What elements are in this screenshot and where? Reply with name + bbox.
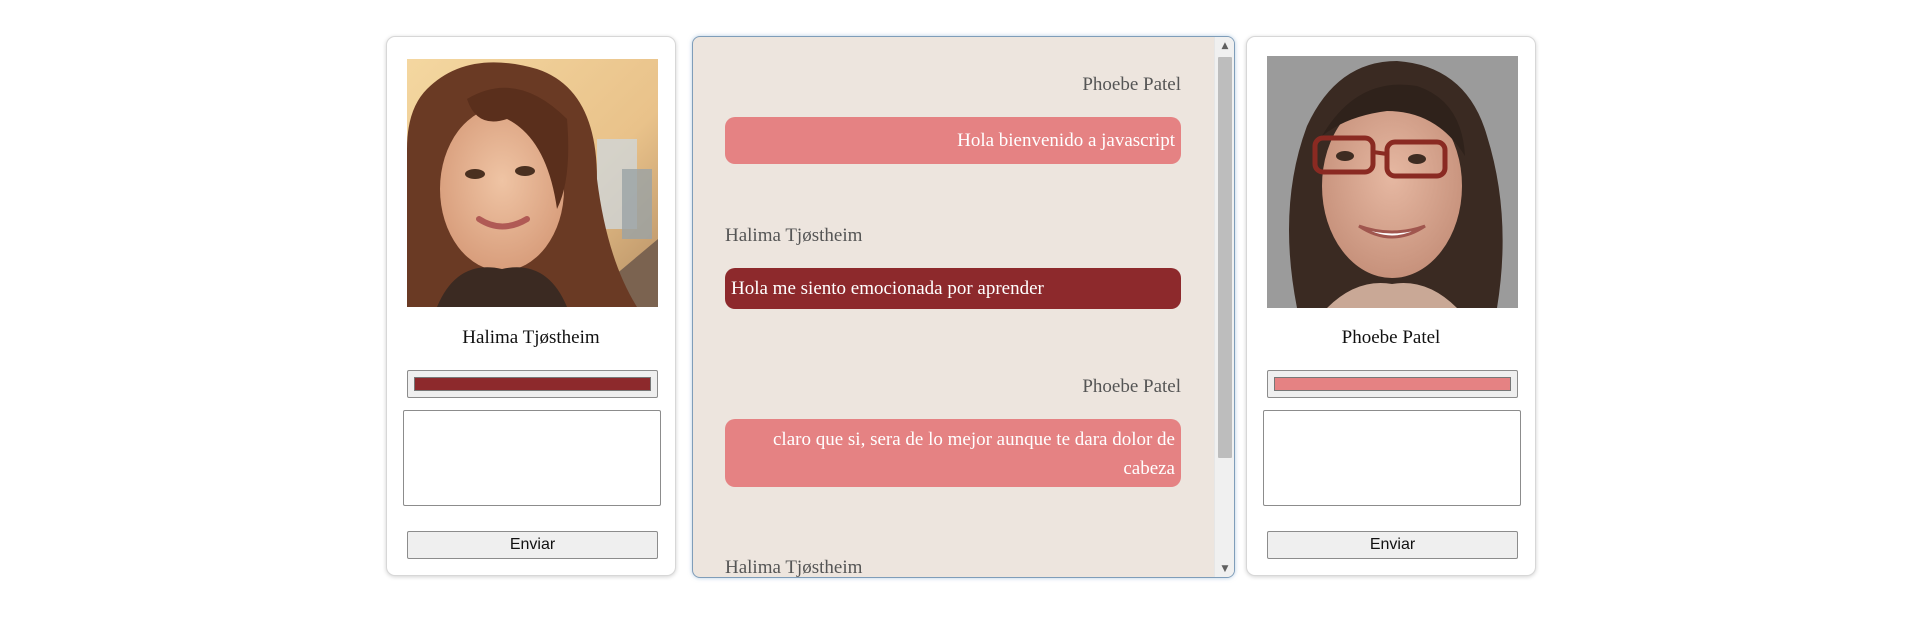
user-name: Phoebe Patel — [1341, 327, 1441, 348]
avatar — [407, 59, 658, 307]
chat-scrollbar[interactable]: ▲ ▼ — [1214, 37, 1234, 577]
send-button[interactable]: Enviar — [407, 531, 658, 559]
user-card-left: Halima Tjøstheim Enviar — [386, 36, 676, 576]
scroll-thumb[interactable] — [1218, 57, 1232, 458]
message-input[interactable] — [1263, 410, 1521, 506]
woman-glasses-photo-avatar-icon — [1267, 56, 1518, 308]
message-sender: Halima Tjøstheim — [725, 557, 863, 577]
chat-message: Phoebe Patel claro que si, sera de lo me… — [725, 375, 1181, 487]
message-input[interactable] — [403, 410, 661, 506]
message-sender: Phoebe Patel — [1082, 74, 1181, 95]
color-picker[interactable] — [407, 370, 658, 398]
avatar — [1267, 56, 1518, 308]
message-sender: Phoebe Patel — [1082, 376, 1181, 397]
chat-app: Halima Tjøstheim Enviar Phoebe Patel Hol… — [0, 0, 1918, 642]
chat-message: Halima Tjøstheim Hola me siento emociona… — [725, 224, 1181, 309]
color-picker[interactable] — [1267, 370, 1518, 398]
woman-photo-avatar-icon — [407, 59, 658, 307]
send-button[interactable]: Enviar — [1267, 531, 1518, 559]
chat-message: Phoebe Patel Hola bienvenido a javascrip… — [725, 73, 1181, 164]
message-sender: Halima Tjøstheim — [725, 225, 863, 246]
color-swatch — [414, 377, 651, 391]
scroll-down-icon[interactable]: ▼ — [1215, 560, 1234, 577]
user-card-right: Phoebe Patel Enviar — [1246, 36, 1536, 576]
chat-panel[interactable]: Phoebe Patel Hola bienvenido a javascrip… — [692, 36, 1235, 578]
message-bubble: claro que si, sera de lo mejor aunque te… — [725, 419, 1181, 487]
chat-message: Halima Tjøstheim — [725, 556, 1181, 577]
user-name: Halima Tjøstheim — [462, 327, 600, 348]
scroll-up-icon[interactable]: ▲ — [1215, 37, 1234, 54]
message-bubble: Hola bienvenido a javascript — [725, 117, 1181, 164]
color-swatch — [1274, 377, 1511, 391]
chat-messages: Phoebe Patel Hola bienvenido a javascrip… — [693, 37, 1213, 577]
message-bubble: Hola me siento emocionada por aprender — [725, 268, 1181, 309]
